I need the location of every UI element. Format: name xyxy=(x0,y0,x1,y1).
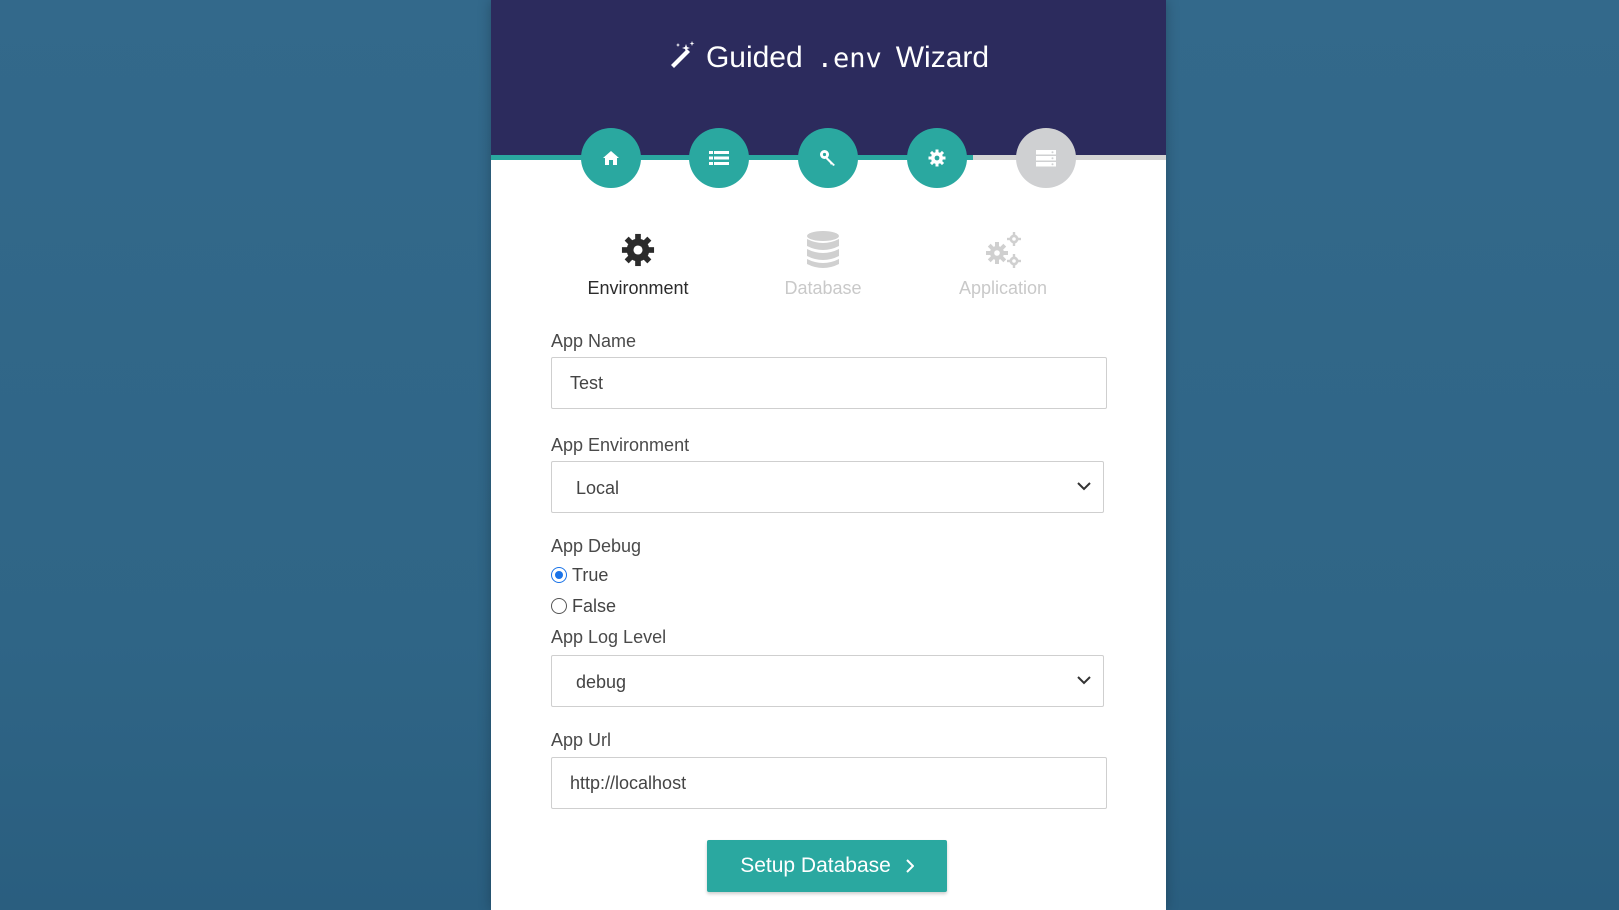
chevron-down-icon xyxy=(1077,482,1091,491)
server-icon xyxy=(1036,149,1056,166)
wizard-title: Guided .env Wizard xyxy=(491,38,1166,79)
debug-true-option[interactable]: True xyxy=(551,565,608,586)
app-environment-value: Local xyxy=(576,478,620,498)
app-log-level-value: debug xyxy=(576,672,627,692)
gear-icon xyxy=(928,149,946,167)
section-tabs: Environment Database Application xyxy=(491,230,1166,310)
gears-icon xyxy=(986,232,1021,268)
app-url-label: App Url xyxy=(551,730,612,750)
debug-true-radio[interactable] xyxy=(551,567,567,583)
debug-true-label: True xyxy=(572,565,609,585)
app-name-input[interactable] xyxy=(551,357,1107,409)
title-prefix: Guided xyxy=(705,41,803,74)
step-list[interactable] xyxy=(689,128,749,188)
app-debug-label: App Debug xyxy=(551,536,642,556)
gear-icon xyxy=(621,233,655,267)
app-url-input[interactable] xyxy=(551,757,1107,809)
app-environment-label: App Environment xyxy=(551,435,690,455)
step-home[interactable] xyxy=(581,128,641,188)
tab-environment-label: Environment xyxy=(587,278,689,298)
chevron-down-icon xyxy=(1077,676,1091,685)
title-suffix: Wizard xyxy=(895,41,990,74)
debug-false-option[interactable]: False xyxy=(551,596,616,617)
step-settings[interactable] xyxy=(907,128,967,188)
setup-database-button[interactable]: Setup Database xyxy=(707,840,947,892)
chevron-right-icon xyxy=(906,859,914,873)
app-name-label: App Name xyxy=(551,331,637,351)
tab-application-label: Application xyxy=(958,278,1048,298)
tab-application[interactable]: Application xyxy=(923,230,1083,299)
debug-false-label: False xyxy=(572,596,617,616)
title-env: .env xyxy=(816,43,882,74)
debug-false-radio[interactable] xyxy=(551,598,567,614)
home-icon xyxy=(603,151,619,165)
app-log-level-select[interactable]: debug xyxy=(551,655,1104,707)
step-key[interactable] xyxy=(798,128,858,188)
tab-environment[interactable]: Environment xyxy=(558,230,718,299)
step-server[interactable] xyxy=(1016,128,1076,188)
database-icon xyxy=(807,231,839,268)
wizard-card: Guided .env Wizard Environment Database … xyxy=(491,0,1166,910)
magic-wand-icon xyxy=(668,39,696,79)
list-icon xyxy=(709,151,729,165)
setup-database-label: Setup Database xyxy=(740,854,891,877)
tab-database[interactable]: Database xyxy=(743,230,903,299)
app-log-level-label: App Log Level xyxy=(551,627,667,647)
key-icon xyxy=(820,150,835,166)
app-environment-select[interactable]: Local xyxy=(551,461,1104,513)
tab-database-label: Database xyxy=(784,278,862,298)
